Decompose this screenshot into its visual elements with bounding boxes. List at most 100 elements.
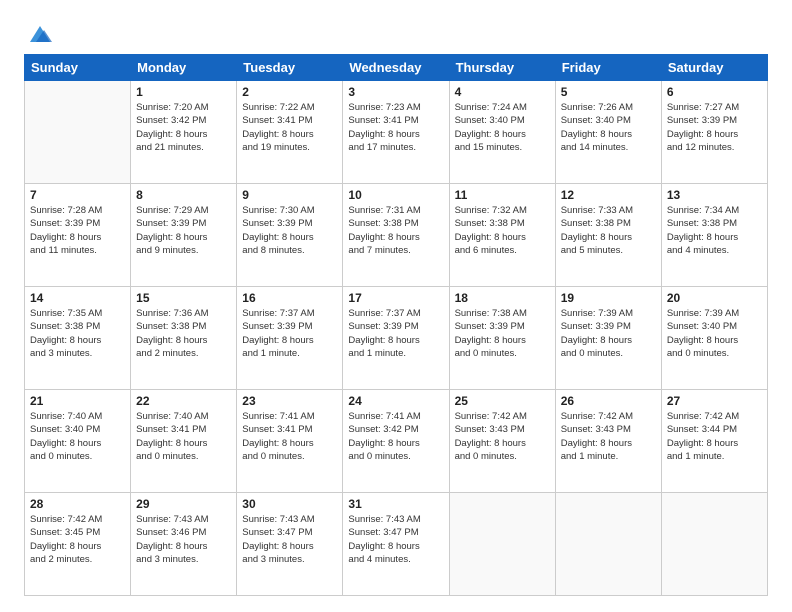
calendar-cell (661, 493, 767, 596)
calendar-cell: 25 Sunrise: 7:42 AM Sunset: 3:43 PM Dayli… (449, 390, 555, 493)
calendar-cell: 14 Sunrise: 7:35 AM Sunset: 3:38 PM Dayli… (25, 287, 131, 390)
day-number: 30 (242, 497, 337, 511)
calendar-cell: 28 Sunrise: 7:42 AM Sunset: 3:45 PM Dayli… (25, 493, 131, 596)
calendar-cell: 10 Sunrise: 7:31 AM Sunset: 3:38 PM Dayli… (343, 184, 449, 287)
day-info: Sunrise: 7:29 AM Sunset: 3:39 PM Dayligh… (136, 204, 231, 257)
day-number: 6 (667, 85, 762, 99)
calendar-cell: 13 Sunrise: 7:34 AM Sunset: 3:38 PM Dayli… (661, 184, 767, 287)
calendar-cell: 9 Sunrise: 7:30 AM Sunset: 3:39 PM Daylig… (237, 184, 343, 287)
weekday-header-tuesday: Tuesday (237, 55, 343, 81)
calendar-cell (25, 81, 131, 184)
day-number: 15 (136, 291, 231, 305)
day-info: Sunrise: 7:43 AM Sunset: 3:46 PM Dayligh… (136, 513, 231, 566)
day-number: 13 (667, 188, 762, 202)
day-info: Sunrise: 7:32 AM Sunset: 3:38 PM Dayligh… (455, 204, 550, 257)
day-info: Sunrise: 7:35 AM Sunset: 3:38 PM Dayligh… (30, 307, 125, 360)
calendar-cell: 15 Sunrise: 7:36 AM Sunset: 3:38 PM Dayli… (131, 287, 237, 390)
day-info: Sunrise: 7:33 AM Sunset: 3:38 PM Dayligh… (561, 204, 656, 257)
logo-icon (26, 20, 54, 48)
day-number: 29 (136, 497, 231, 511)
calendar-cell: 4 Sunrise: 7:24 AM Sunset: 3:40 PM Daylig… (449, 81, 555, 184)
calendar-cell: 7Sunrise: 7:28 AM Sunset: 3:39 PM Daylig… (25, 184, 131, 287)
day-number: 3 (348, 85, 443, 99)
weekday-header-monday: Monday (131, 55, 237, 81)
day-info: Sunrise: 7:42 AM Sunset: 3:44 PM Dayligh… (667, 410, 762, 463)
day-info: Sunrise: 7:43 AM Sunset: 3:47 PM Dayligh… (348, 513, 443, 566)
day-number: 2 (242, 85, 337, 99)
calendar-cell: 30 Sunrise: 7:43 AM Sunset: 3:47 PM Dayli… (237, 493, 343, 596)
calendar-cell: 2 Sunrise: 7:22 AM Sunset: 3:41 PM Daylig… (237, 81, 343, 184)
calendar-cell: 26Sunrise: 7:42 AM Sunset: 3:43 PM Dayli… (555, 390, 661, 493)
day-number: 1 (136, 85, 231, 99)
calendar-cell (555, 493, 661, 596)
calendar-week-row: 28 Sunrise: 7:42 AM Sunset: 3:45 PM Dayli… (25, 493, 768, 596)
day-info: Sunrise: 7:40 AM Sunset: 3:40 PM Dayligh… (30, 410, 125, 463)
day-info: Sunrise: 7:30 AM Sunset: 3:39 PM Dayligh… (242, 204, 337, 257)
weekday-header-thursday: Thursday (449, 55, 555, 81)
logo (24, 20, 54, 44)
day-number: 4 (455, 85, 550, 99)
calendar-cell: 19 Sunrise: 7:39 AM Sunset: 3:39 PM Dayli… (555, 287, 661, 390)
calendar-cell: 1 Sunrise: 7:20 AM Sunset: 3:42 PM Daylig… (131, 81, 237, 184)
calendar-cell: 16Sunrise: 7:37 AM Sunset: 3:39 PM Dayli… (237, 287, 343, 390)
calendar-cell: 29 Sunrise: 7:43 AM Sunset: 3:46 PM Dayli… (131, 493, 237, 596)
day-info: Sunrise: 7:28 AM Sunset: 3:39 PM Dayligh… (30, 204, 125, 257)
weekday-header-sunday: Sunday (25, 55, 131, 81)
day-number: 14 (30, 291, 125, 305)
calendar-cell: 18 Sunrise: 7:38 AM Sunset: 3:39 PM Dayli… (449, 287, 555, 390)
day-info: Sunrise: 7:37 AM Sunset: 3:39 PM Dayligh… (348, 307, 443, 360)
day-info: Sunrise: 7:24 AM Sunset: 3:40 PM Dayligh… (455, 101, 550, 154)
day-info: Sunrise: 7:39 AM Sunset: 3:39 PM Dayligh… (561, 307, 656, 360)
day-number: 11 (455, 188, 550, 202)
calendar-cell: 24Sunrise: 7:41 AM Sunset: 3:42 PM Dayli… (343, 390, 449, 493)
calendar-week-row: 14 Sunrise: 7:35 AM Sunset: 3:38 PM Dayli… (25, 287, 768, 390)
day-number: 12 (561, 188, 656, 202)
calendar-cell (449, 493, 555, 596)
calendar-week-row: 21 Sunrise: 7:40 AM Sunset: 3:40 PM Dayli… (25, 390, 768, 493)
day-info: Sunrise: 7:20 AM Sunset: 3:42 PM Dayligh… (136, 101, 231, 154)
day-info: Sunrise: 7:23 AM Sunset: 3:41 PM Dayligh… (348, 101, 443, 154)
day-number: 19 (561, 291, 656, 305)
day-number: 17 (348, 291, 443, 305)
day-number: 9 (242, 188, 337, 202)
weekday-header-row: SundayMondayTuesdayWednesdayThursdayFrid… (25, 55, 768, 81)
calendar-cell: 27 Sunrise: 7:42 AM Sunset: 3:44 PM Dayli… (661, 390, 767, 493)
day-info: Sunrise: 7:42 AM Sunset: 3:45 PM Dayligh… (30, 513, 125, 566)
day-number: 23 (242, 394, 337, 408)
day-number: 28 (30, 497, 125, 511)
day-number: 10 (348, 188, 443, 202)
calendar-cell: 5 Sunrise: 7:26 AM Sunset: 3:40 PM Daylig… (555, 81, 661, 184)
day-number: 5 (561, 85, 656, 99)
calendar-cell: 11 Sunrise: 7:32 AM Sunset: 3:38 PM Dayli… (449, 184, 555, 287)
day-info: Sunrise: 7:41 AM Sunset: 3:41 PM Dayligh… (242, 410, 337, 463)
calendar-week-row: 1 Sunrise: 7:20 AM Sunset: 3:42 PM Daylig… (25, 81, 768, 184)
calendar-cell: 3 Sunrise: 7:23 AM Sunset: 3:41 PM Daylig… (343, 81, 449, 184)
day-info: Sunrise: 7:37 AM Sunset: 3:39 PM Dayligh… (242, 307, 337, 360)
page: SundayMondayTuesdayWednesdayThursdayFrid… (0, 0, 792, 612)
day-info: Sunrise: 7:34 AM Sunset: 3:38 PM Dayligh… (667, 204, 762, 257)
day-info: Sunrise: 7:38 AM Sunset: 3:39 PM Dayligh… (455, 307, 550, 360)
day-info: Sunrise: 7:36 AM Sunset: 3:38 PM Dayligh… (136, 307, 231, 360)
day-number: 18 (455, 291, 550, 305)
calendar-cell: 12 Sunrise: 7:33 AM Sunset: 3:38 PM Dayli… (555, 184, 661, 287)
day-number: 25 (455, 394, 550, 408)
calendar-cell: 6Sunrise: 7:27 AM Sunset: 3:39 PM Daylig… (661, 81, 767, 184)
day-info: Sunrise: 7:31 AM Sunset: 3:38 PM Dayligh… (348, 204, 443, 257)
calendar-cell: 20 Sunrise: 7:39 AM Sunset: 3:40 PM Dayli… (661, 287, 767, 390)
weekday-header-saturday: Saturday (661, 55, 767, 81)
calendar-table: SundayMondayTuesdayWednesdayThursdayFrid… (24, 54, 768, 596)
calendar-cell: 22Sunrise: 7:40 AM Sunset: 3:41 PM Dayli… (131, 390, 237, 493)
day-info: Sunrise: 7:42 AM Sunset: 3:43 PM Dayligh… (561, 410, 656, 463)
day-info: Sunrise: 7:22 AM Sunset: 3:41 PM Dayligh… (242, 101, 337, 154)
day-number: 20 (667, 291, 762, 305)
calendar-cell: 21 Sunrise: 7:40 AM Sunset: 3:40 PM Dayli… (25, 390, 131, 493)
weekday-header-wednesday: Wednesday (343, 55, 449, 81)
day-info: Sunrise: 7:39 AM Sunset: 3:40 PM Dayligh… (667, 307, 762, 360)
calendar-cell: 17 Sunrise: 7:37 AM Sunset: 3:39 PM Dayli… (343, 287, 449, 390)
day-number: 27 (667, 394, 762, 408)
day-info: Sunrise: 7:42 AM Sunset: 3:43 PM Dayligh… (455, 410, 550, 463)
day-info: Sunrise: 7:43 AM Sunset: 3:47 PM Dayligh… (242, 513, 337, 566)
day-number: 21 (30, 394, 125, 408)
day-number: 22 (136, 394, 231, 408)
day-info: Sunrise: 7:26 AM Sunset: 3:40 PM Dayligh… (561, 101, 656, 154)
